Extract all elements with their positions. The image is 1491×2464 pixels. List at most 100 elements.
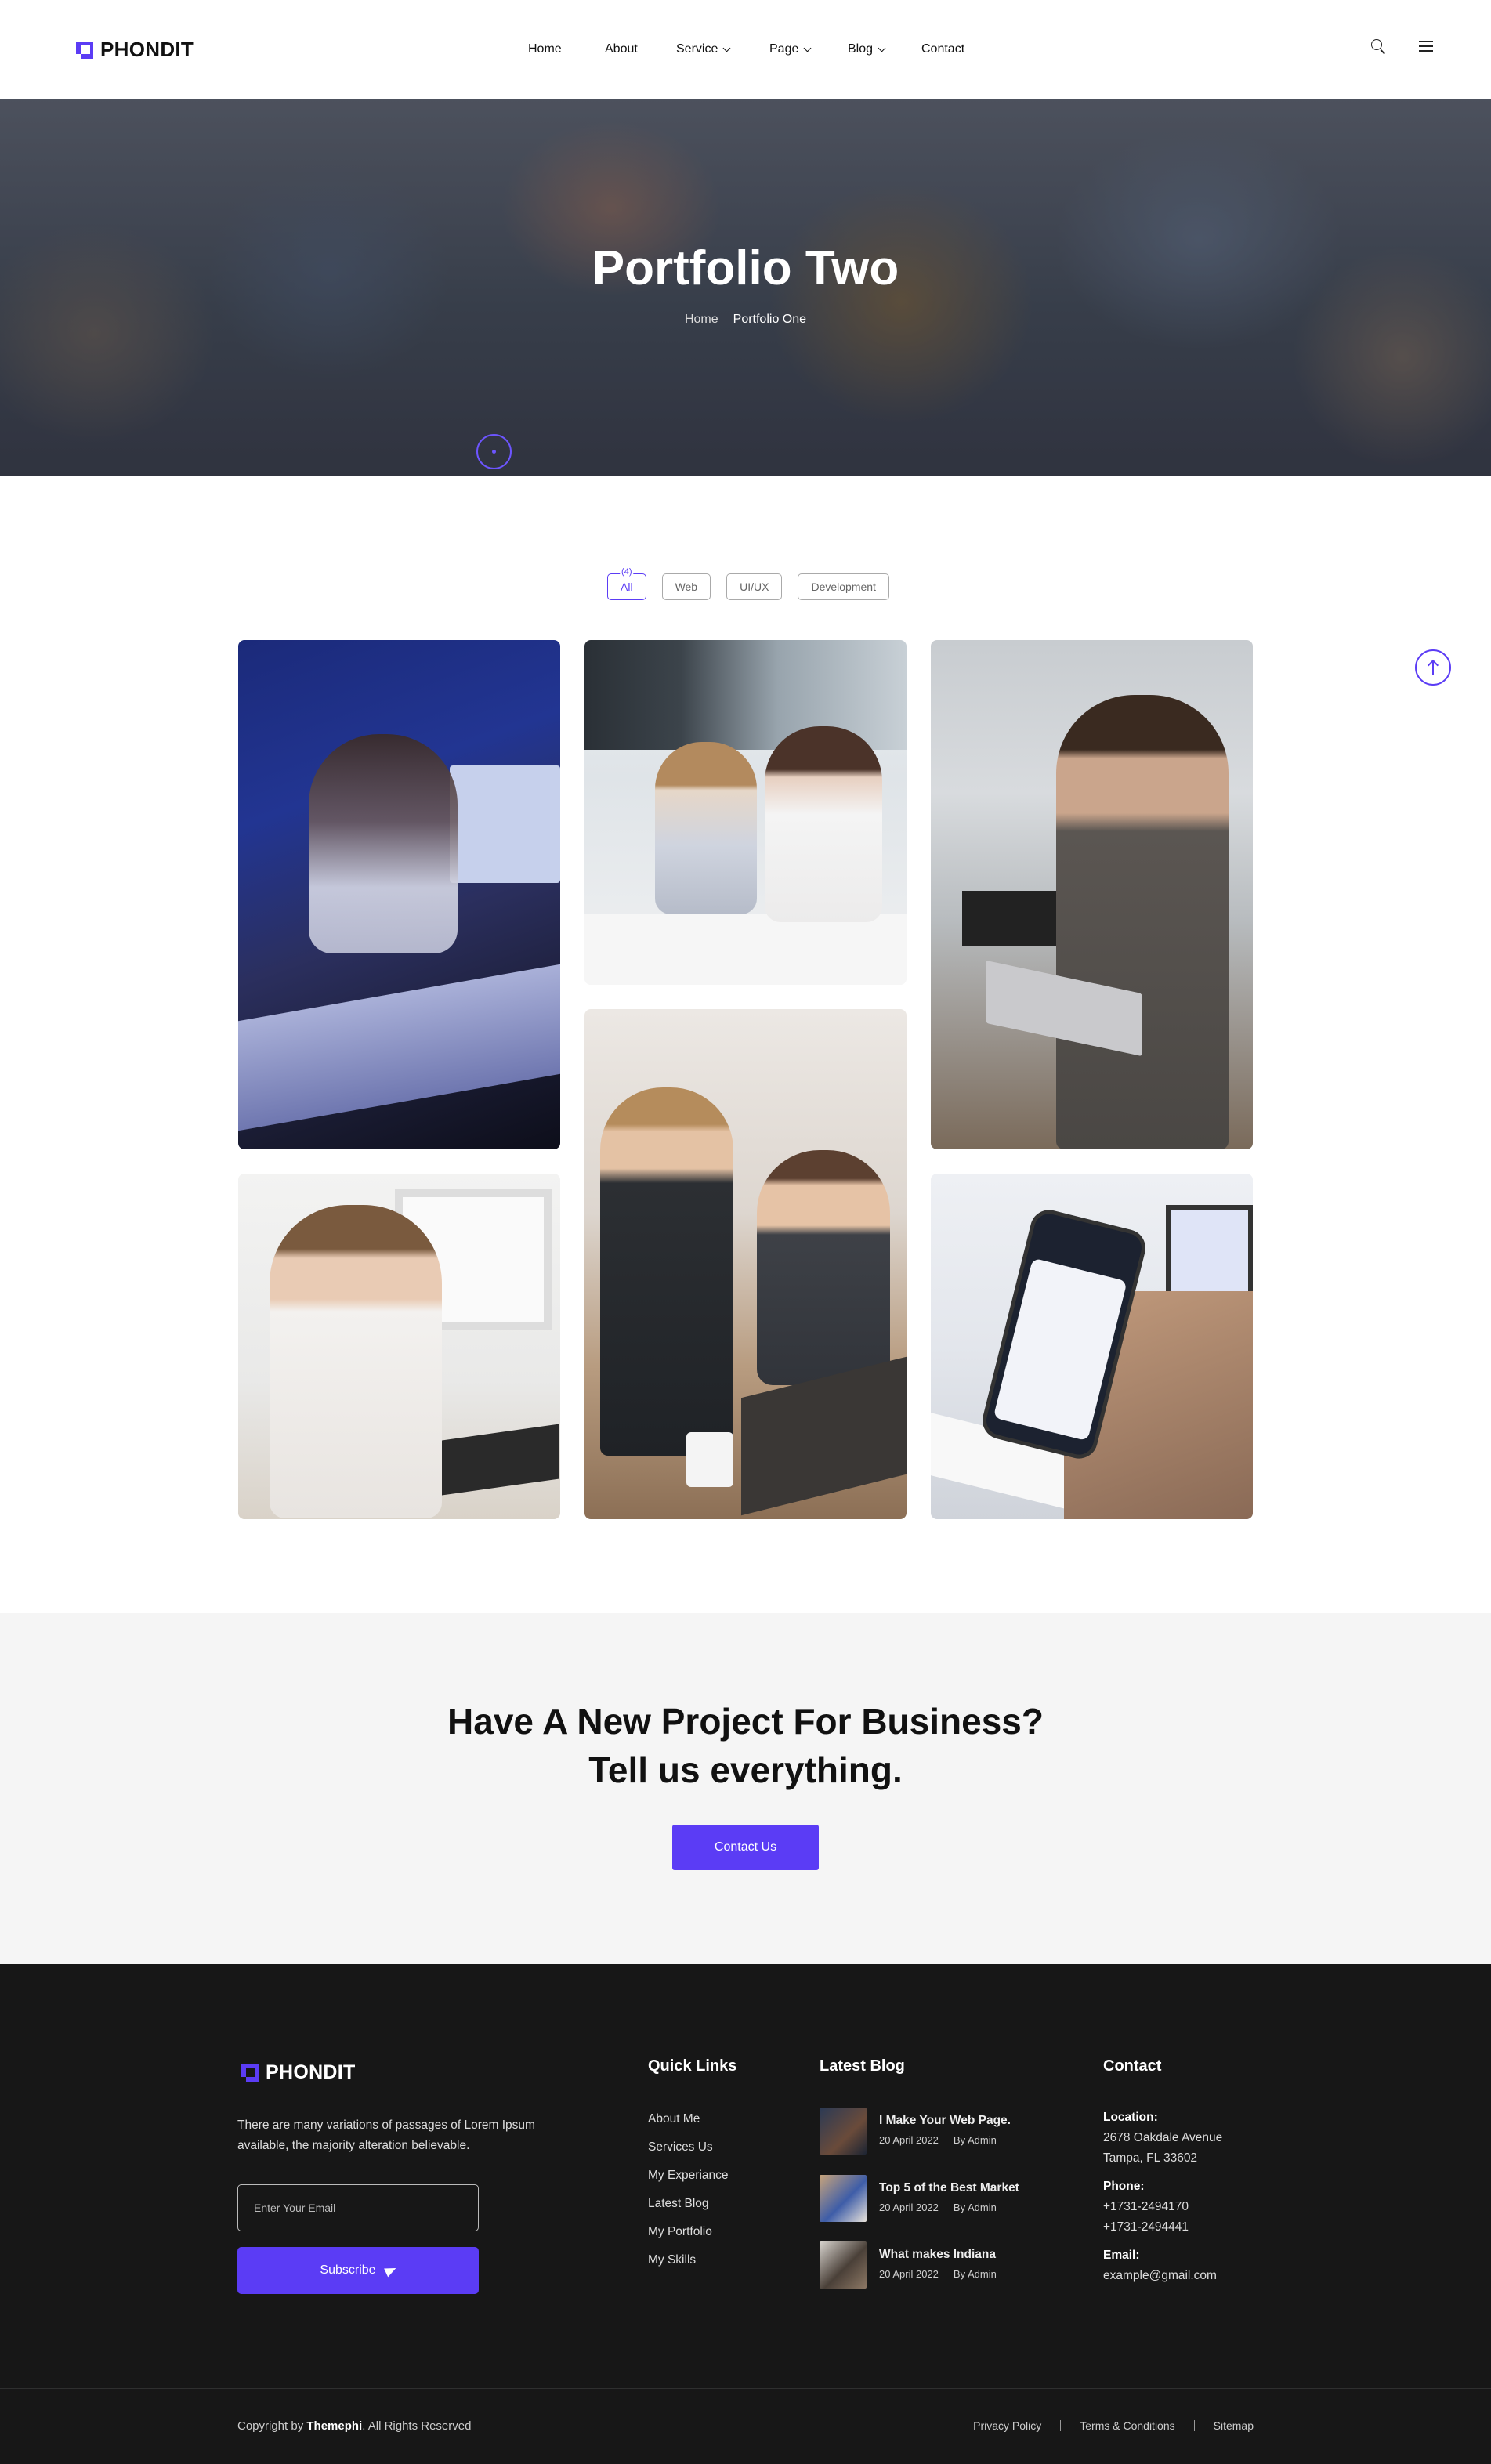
- nav-blog[interactable]: Blog: [848, 38, 921, 60]
- phone-number-1[interactable]: +1731-2494170: [1103, 2197, 1222, 2217]
- nav-home-label: Home: [528, 42, 562, 56]
- nav-home[interactable]: Home: [528, 38, 605, 60]
- blog-post-date: 20 April 2022: [879, 2202, 939, 2213]
- search-icon[interactable]: [1370, 38, 1386, 55]
- chevron-down-icon: [878, 44, 886, 52]
- blog-post-author: By Admin: [953, 2202, 997, 2213]
- contact-info: Location: 2678 Oakdale Avenue Tampa, FL 33…: [1103, 2108, 1222, 2294]
- chevron-down-icon: [803, 44, 812, 52]
- site-logo[interactable]: PHONDIT: [76, 38, 194, 62]
- quick-link-about-me[interactable]: About Me: [648, 2111, 729, 2127]
- copyright: Copyright by Themephi. All Rights Reserv…: [237, 2419, 471, 2433]
- blog-post-item[interactable]: Top 5 of the Best Market 20 April 2022 By …: [820, 2175, 1019, 2222]
- cta-section: Have A New Project For Business? Tell us…: [0, 1613, 1491, 1964]
- filter-uiux-label: UI/UX: [740, 581, 769, 593]
- cta-heading-line2: Tell us everything.: [588, 1749, 903, 1790]
- main-nav: Home About Service Page Blog Contact: [528, 38, 964, 60]
- filter-development[interactable]: Development: [798, 573, 889, 600]
- contact-us-button[interactable]: Contact Us: [672, 1825, 819, 1870]
- portfolio-image-2[interactable]: [584, 640, 907, 985]
- phone-label: Phone:: [1103, 2180, 1145, 2193]
- location-line1: 2678 Oakdale Avenue: [1103, 2131, 1223, 2144]
- subscribe-label: Subscribe: [320, 2263, 376, 2277]
- menu-icon[interactable]: [1419, 41, 1433, 52]
- blog-post-title[interactable]: I Make Your Web Page.: [879, 2114, 1011, 2128]
- sitemap-link[interactable]: Sitemap: [1214, 2419, 1254, 2432]
- blog-thumbnail: [820, 2108, 867, 2155]
- logo-mark-icon: [241, 2064, 259, 2082]
- chevron-down-icon: [722, 44, 731, 52]
- page-title: Portfolio Two: [592, 241, 899, 295]
- blog-post-item[interactable]: I Make Your Web Page. 20 April 2022 By Adm…: [820, 2108, 1011, 2155]
- blog-thumbnail: [820, 2175, 867, 2222]
- blog-post-meta: 20 April 2022 By Admin: [879, 2134, 1011, 2146]
- newsletter-email-input[interactable]: [237, 2184, 479, 2231]
- blog-post-item[interactable]: What makes Indiana 20 April 2022 By Admin: [820, 2241, 997, 2289]
- blog-post-date: 20 April 2022: [879, 2268, 939, 2280]
- nav-blog-label: Blog: [848, 42, 874, 56]
- site-footer: PHONDIT There are many variations of pas…: [0, 1964, 1491, 2464]
- latest-blog-heading: Latest Blog: [820, 2057, 905, 2075]
- portfolio-image-6[interactable]: [931, 1174, 1253, 1519]
- scroll-to-top-button[interactable]: [1415, 649, 1451, 686]
- copyright-suffix: . All Rights Reserved: [362, 2419, 472, 2433]
- filter-web[interactable]: Web: [661, 573, 711, 600]
- location-label: Location:: [1103, 2111, 1158, 2124]
- cursor-circle-icon: [476, 434, 512, 469]
- nav-about-label: About: [605, 42, 638, 56]
- quick-link-latest-blog[interactable]: Latest Blog: [648, 2195, 729, 2212]
- contact-heading: Contact: [1103, 2057, 1162, 2075]
- privacy-policy-link[interactable]: Privacy Policy: [973, 2419, 1041, 2432]
- filter-all-count: (4): [620, 567, 634, 577]
- blog-post-author: By Admin: [953, 2134, 997, 2146]
- location-line2: Tampa, FL 33602: [1103, 2151, 1198, 2165]
- breadcrumb: Home Portfolio One: [0, 313, 1491, 327]
- contact-email[interactable]: example@gmail.com: [1103, 2266, 1222, 2286]
- quick-link-services[interactable]: Services Us: [648, 2139, 729, 2155]
- logo-mark-icon: [76, 41, 93, 59]
- portfolio-image-3[interactable]: [931, 640, 1253, 1149]
- blog-post-title[interactable]: What makes Indiana: [879, 2248, 997, 2262]
- terms-link[interactable]: Terms & Conditions: [1080, 2419, 1174, 2432]
- filter-development-label: Development: [811, 581, 876, 593]
- nav-page[interactable]: Page: [769, 38, 848, 60]
- filter-web-label: Web: [675, 581, 698, 593]
- nav-contact[interactable]: Contact: [921, 38, 964, 60]
- footer-divider: [0, 2388, 1491, 2389]
- nav-page-label: Page: [769, 42, 799, 56]
- nav-about[interactable]: About: [605, 38, 676, 60]
- site-header: PHONDIT Home About Service Page Blog Con…: [0, 0, 1491, 99]
- filter-all[interactable]: (4) All: [607, 567, 646, 600]
- quick-link-portfolio[interactable]: My Portfolio: [648, 2223, 729, 2240]
- filter-uiux[interactable]: UI/UX: [726, 573, 783, 600]
- page-hero: Portfolio Two Home Portfolio One: [0, 99, 1491, 476]
- blog-post-date: 20 April 2022: [879, 2134, 939, 2146]
- footer-description: There are many variations of passages of…: [237, 2118, 535, 2152]
- blog-thumbnail: [820, 2241, 867, 2289]
- breadcrumb-home[interactable]: Home: [685, 313, 718, 326]
- header-actions: [1370, 38, 1433, 55]
- footer-logo-text: PHONDIT: [266, 2061, 356, 2083]
- quick-links-heading: Quick Links: [648, 2057, 737, 2075]
- cta-heading-line1: Have A New Project For Business?: [447, 1701, 1044, 1742]
- breadcrumb-current: Portfolio One: [733, 313, 807, 326]
- portfolio-image-5[interactable]: [238, 1174, 560, 1519]
- quick-link-experiance[interactable]: My Experiance: [648, 2167, 729, 2184]
- quick-link-skills[interactable]: My Skills: [648, 2252, 729, 2268]
- filter-all-label: All: [621, 581, 633, 593]
- copyright-brand[interactable]: Themephi: [306, 2419, 362, 2433]
- portfolio-image-1[interactable]: [238, 640, 560, 1149]
- blog-post-meta: 20 April 2022 By Admin: [879, 2202, 1019, 2213]
- nav-service[interactable]: Service: [676, 38, 769, 60]
- nav-service-label: Service: [676, 42, 718, 56]
- phone-number-2[interactable]: +1731-2494441: [1103, 2217, 1222, 2238]
- copyright-prefix: Copyright by: [237, 2419, 307, 2433]
- blog-post-author: By Admin: [953, 2268, 997, 2280]
- nav-contact-label: Contact: [921, 42, 965, 56]
- email-label: Email:: [1103, 2249, 1140, 2262]
- portfolio-image-4[interactable]: [584, 1009, 907, 1519]
- legal-links: Privacy Policy Terms & Conditions Sitema…: [973, 2419, 1254, 2432]
- footer-logo[interactable]: PHONDIT: [241, 2061, 356, 2084]
- blog-post-title[interactable]: Top 5 of the Best Market: [879, 2181, 1019, 2195]
- subscribe-button[interactable]: Subscribe: [237, 2247, 479, 2294]
